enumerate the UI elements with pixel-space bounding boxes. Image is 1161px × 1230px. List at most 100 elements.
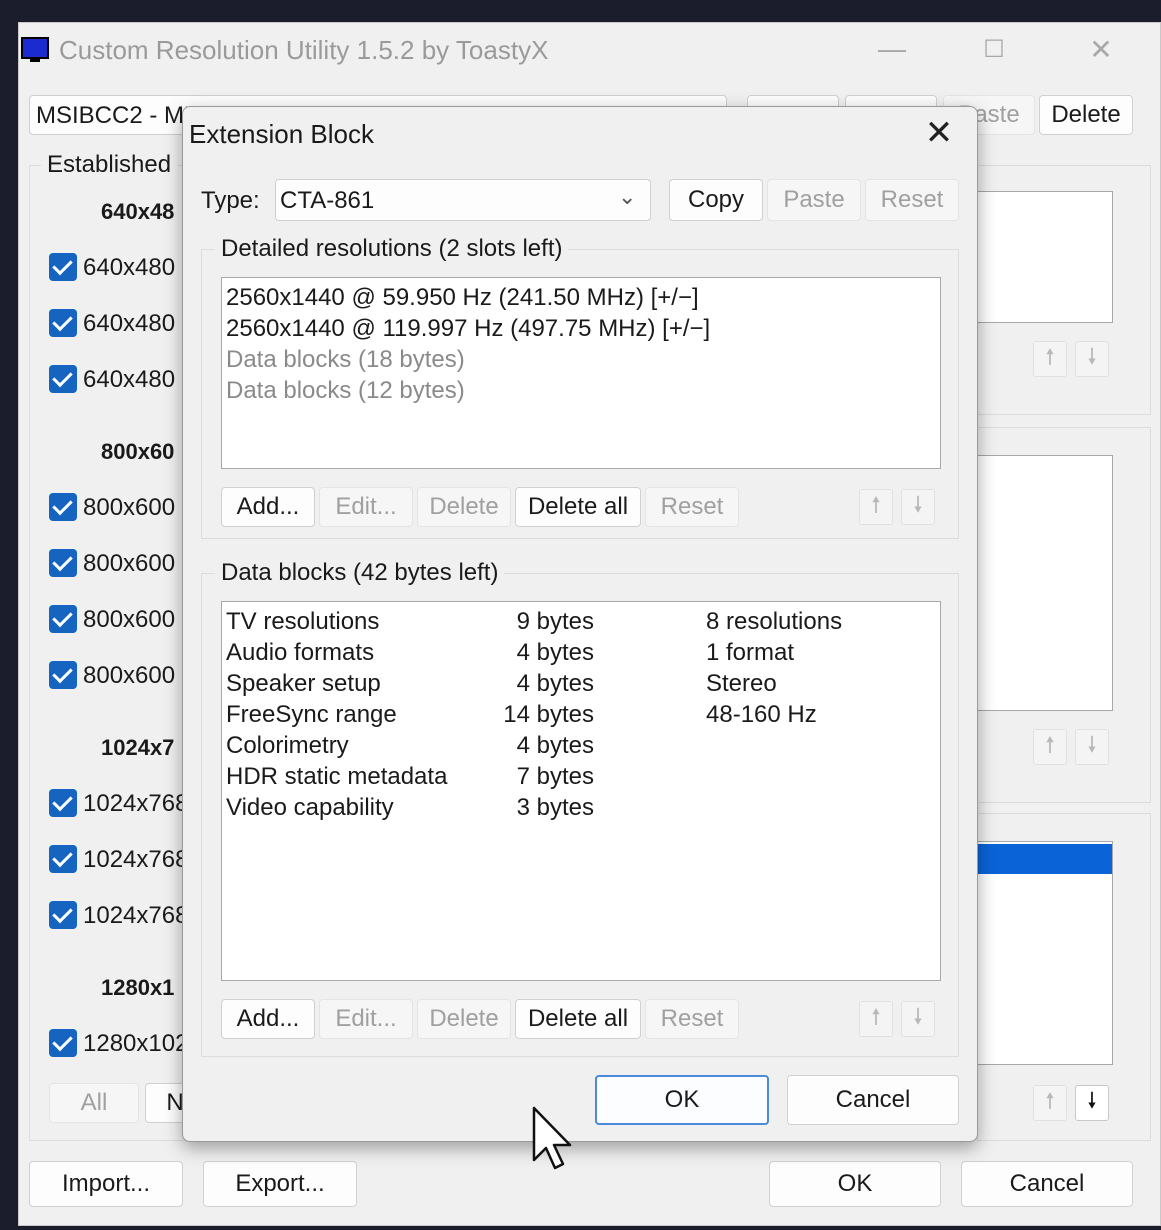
checkbox-1024-3[interactable] xyxy=(49,901,77,929)
checkbox-640-2[interactable] xyxy=(49,309,77,337)
blocks-add-button[interactable]: Add... xyxy=(221,999,315,1039)
checkbox-1024-2[interactable] xyxy=(49,845,77,873)
arrow-up-icon[interactable]: 🠕 xyxy=(859,489,893,525)
group-header-640: 640x48 xyxy=(101,199,175,224)
list-item[interactable]: 2560x1440 @ 59.950 Hz (241.50 MHz) [+/−] xyxy=(226,284,699,312)
resolution-label: 1024x768 xyxy=(83,902,189,929)
monitor-icon xyxy=(21,37,49,62)
detailed-edit-button[interactable]: Edit... xyxy=(319,487,413,527)
resolution-label: 640x480 xyxy=(83,254,176,281)
checkbox-800-1[interactable] xyxy=(49,493,77,521)
right-list-3[interactable] xyxy=(977,841,1113,1065)
arrow-up-icon[interactable]: 🠕 xyxy=(1033,1085,1067,1121)
list-item[interactable]: Data blocks (18 bytes) xyxy=(226,346,465,374)
extension-block-dialog: Extension Block ✕ Type: CTA-861 ⌄ Copy P… xyxy=(182,106,978,1142)
export-button[interactable]: Export... xyxy=(203,1161,357,1207)
resolution-label: 640x480 xyxy=(83,310,176,337)
blocks-reset-button[interactable]: Reset xyxy=(645,999,739,1039)
display-select-value: MSIBCC2 - MP xyxy=(36,102,201,129)
block-name[interactable]: HDR static metadata xyxy=(226,763,447,791)
blocks-delete-button[interactable]: Delete xyxy=(417,999,511,1039)
block-info: Stereo xyxy=(706,670,777,697)
block-info: 48-160 Hz xyxy=(706,701,817,728)
block-info: 8 resolutions xyxy=(706,608,843,635)
chevron-down-icon: ⌄ xyxy=(618,184,637,209)
checkbox-800-2[interactable] xyxy=(49,549,77,577)
main-cancel-button[interactable]: Cancel xyxy=(961,1161,1133,1207)
established-legend: Established xyxy=(41,151,178,179)
close-icon[interactable]: ✕ xyxy=(919,113,959,153)
resolution-label: 800x600 xyxy=(83,550,176,577)
import-button[interactable]: Import... xyxy=(29,1161,183,1207)
dialog-title: Extension Block xyxy=(189,119,374,149)
arrow-up-icon[interactable]: 🠕 xyxy=(859,1001,893,1037)
detailed-delete-all-button[interactable]: Delete all xyxy=(515,487,641,527)
window-title: Custom Resolution Utility 1.5.2 by Toast… xyxy=(59,35,549,65)
selected-row-highlight[interactable] xyxy=(978,844,1112,874)
mouse-cursor-icon xyxy=(532,1106,572,1170)
checkbox-640-1[interactable] xyxy=(49,253,77,281)
block-size: 3 bytes xyxy=(516,794,594,821)
all-button[interactable]: All xyxy=(49,1083,139,1123)
type-label: Type: xyxy=(201,187,260,214)
arrow-up-icon[interactable]: 🠕 xyxy=(1033,729,1067,765)
data-blocks-legend: Data blocks (42 bytes left) xyxy=(215,559,505,587)
detailed-resolutions-list[interactable]: 2560x1440 @ 59.950 Hz (241.50 MHz) [+/−]… xyxy=(221,277,941,469)
resolution-label: 1024x768 xyxy=(83,790,189,817)
block-size: 7 bytes xyxy=(516,763,594,790)
detailed-delete-button[interactable]: Delete xyxy=(417,487,511,527)
resolution-label: 1024x768 xyxy=(83,846,189,873)
detailed-add-button[interactable]: Add... xyxy=(221,487,315,527)
copy-button[interactable]: Copy xyxy=(669,179,763,221)
block-size: 14 bytes xyxy=(503,701,594,728)
type-select[interactable]: CTA-861 ⌄ xyxy=(275,179,651,221)
reset-button[interactable]: Reset xyxy=(865,179,959,221)
right-list-1[interactable] xyxy=(977,191,1113,323)
arrow-down-icon[interactable]: 🠗 xyxy=(1075,729,1109,765)
detailed-resolutions-legend: Detailed resolutions (2 slots left) xyxy=(215,235,569,263)
resolution-label: 640x480 xyxy=(83,366,176,393)
paste-button[interactable]: Paste xyxy=(767,179,861,221)
block-name[interactable]: FreeSync range xyxy=(226,701,397,729)
right-list-2[interactable] xyxy=(977,455,1113,711)
maximize-button[interactable]: ☐ xyxy=(974,35,1014,64)
ok-button[interactable]: OK xyxy=(595,1075,769,1125)
block-name[interactable]: Video capability xyxy=(226,794,394,822)
arrow-down-icon[interactable]: 🠗 xyxy=(1075,1085,1109,1121)
main-ok-button[interactable]: OK xyxy=(769,1161,941,1207)
list-item[interactable]: Data blocks (12 bytes) xyxy=(226,377,465,405)
block-name[interactable]: Audio formats xyxy=(226,639,374,667)
group-header-800: 800x60 xyxy=(101,439,175,464)
blocks-edit-button[interactable]: Edit... xyxy=(319,999,413,1039)
checkbox-1280-1[interactable] xyxy=(49,1029,77,1057)
detailed-reset-button[interactable]: Reset xyxy=(645,487,739,527)
arrow-up-icon[interactable]: 🠕 xyxy=(1033,341,1067,377)
minimize-button[interactable]: — xyxy=(872,33,912,65)
checkbox-1024-1[interactable] xyxy=(49,789,77,817)
block-size: 4 bytes xyxy=(516,732,594,759)
group-header-1024: 1024x7 xyxy=(101,735,175,760)
block-name[interactable]: Colorimetry xyxy=(226,732,349,760)
checkbox-800-3[interactable] xyxy=(49,605,77,633)
data-blocks-list[interactable]: TV resolutions 9 bytes 8 resolutions Aud… xyxy=(221,601,941,981)
resolution-label: 800x600 xyxy=(83,662,176,689)
resolution-label: 800x600 xyxy=(83,606,176,633)
arrow-down-icon[interactable]: 🠗 xyxy=(901,489,935,525)
cancel-button[interactable]: Cancel xyxy=(787,1075,959,1125)
close-button[interactable]: ✕ xyxy=(1081,33,1121,66)
group-header-1280: 1280x1 xyxy=(101,975,175,1000)
block-info: 1 format xyxy=(706,639,795,666)
list-item[interactable]: 2560x1440 @ 119.997 Hz (497.75 MHz) [+/−… xyxy=(226,315,710,343)
checkbox-640-3[interactable] xyxy=(49,365,77,393)
type-select-value: CTA-861 xyxy=(280,187,375,214)
arrow-down-icon[interactable]: 🠗 xyxy=(1075,341,1109,377)
block-size: 4 bytes xyxy=(516,639,594,666)
block-name[interactable]: TV resolutions xyxy=(226,608,379,636)
blocks-delete-all-button[interactable]: Delete all xyxy=(515,999,641,1039)
arrow-down-icon[interactable]: 🠗 xyxy=(901,1001,935,1037)
checkbox-800-4[interactable] xyxy=(49,661,77,689)
block-name[interactable]: Speaker setup xyxy=(226,670,381,698)
delete-button-bg[interactable]: Delete xyxy=(1039,95,1133,135)
block-size: 4 bytes xyxy=(516,670,594,697)
title-bar: Custom Resolution Utility 1.5.2 by Toast… xyxy=(19,23,1160,75)
